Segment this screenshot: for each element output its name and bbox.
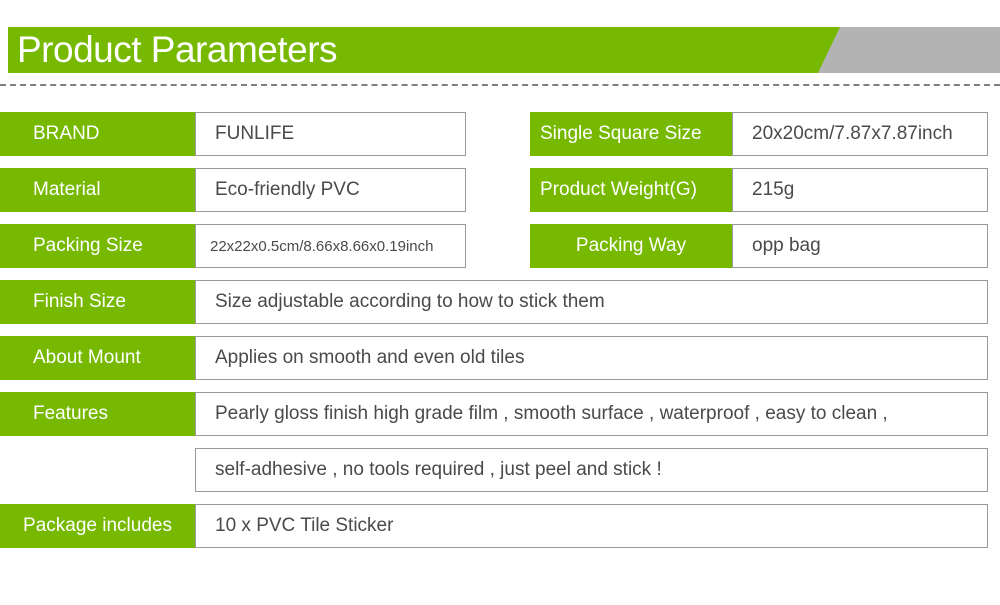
parameter-label-material: Material	[0, 168, 195, 212]
parameter-value-about-mount: Applies on smooth and even old tiles	[195, 336, 988, 380]
column-gap	[466, 224, 530, 268]
parameter-value-finish-size: Size adjustable according to how to stic…	[195, 280, 988, 324]
table-row: BRAND FUNLIFE Single Square Size 20x20cm…	[0, 112, 1000, 156]
parameter-value-features-line1: Pearly gloss finish high grade film , sm…	[195, 392, 988, 436]
parameter-pair-left: Packing Size 22x22x0.5cm/8.66x8.66x0.19i…	[0, 224, 466, 268]
parameter-pair-right: Product Weight(G) 215g	[530, 168, 988, 212]
parameter-label-packing-size: Packing Size	[0, 224, 195, 268]
banner-green-block: Product Parameters	[8, 27, 840, 73]
dashed-divider	[0, 84, 1000, 86]
table-row: Packing Size 22x22x0.5cm/8.66x8.66x0.19i…	[0, 224, 1000, 268]
table-row: Package includes 10 x PVC Tile Sticker	[0, 504, 1000, 548]
parameter-label-brand: BRAND	[0, 112, 195, 156]
parameter-label-product-weight: Product Weight(G)	[530, 168, 732, 212]
parameter-pair-left: BRAND FUNLIFE	[0, 112, 466, 156]
parameter-label-single-square-size: Single Square Size	[530, 112, 732, 156]
table-row: About Mount Applies on smooth and even o…	[0, 336, 1000, 380]
parameter-label-finish-size: Finish Size	[0, 280, 195, 324]
parameter-label-package-includes: Package includes	[0, 504, 195, 548]
parameter-pair-right: Single Square Size 20x20cm/7.87x7.87inch	[530, 112, 988, 156]
parameter-value-brand: FUNLIFE	[195, 112, 466, 156]
product-parameters-table: BRAND FUNLIFE Single Square Size 20x20cm…	[0, 112, 1000, 560]
column-gap	[466, 168, 530, 212]
parameter-value-single-square-size: 20x20cm/7.87x7.87inch	[732, 112, 988, 156]
parameter-value-features-line2: self-adhesive , no tools required , just…	[195, 448, 988, 492]
parameter-value-packing-size: 22x22x0.5cm/8.66x8.66x0.19inch	[195, 224, 466, 268]
parameter-value-material: Eco-friendly PVC	[195, 168, 466, 212]
parameter-pair-left: Material Eco-friendly PVC	[0, 168, 466, 212]
parameter-pair-right: Packing Way opp bag	[530, 224, 988, 268]
parameter-value-product-weight: 215g	[732, 168, 988, 212]
table-row: self-adhesive , no tools required , just…	[0, 448, 1000, 492]
page-title: Product Parameters	[17, 28, 338, 70]
parameter-label-packing-way: Packing Way	[530, 224, 732, 268]
page-title-banner: Product Parameters	[0, 27, 1000, 73]
column-gap	[466, 112, 530, 156]
parameter-label-about-mount: About Mount	[0, 336, 195, 380]
parameter-label-features: Features	[0, 392, 195, 436]
parameter-value-packing-way: opp bag	[732, 224, 988, 268]
table-row: Features Pearly gloss finish high grade …	[0, 392, 1000, 436]
table-row: Material Eco-friendly PVC Product Weight…	[0, 168, 1000, 212]
parameter-value-package-includes: 10 x PVC Tile Sticker	[195, 504, 988, 548]
table-row: Finish Size Size adjustable according to…	[0, 280, 1000, 324]
